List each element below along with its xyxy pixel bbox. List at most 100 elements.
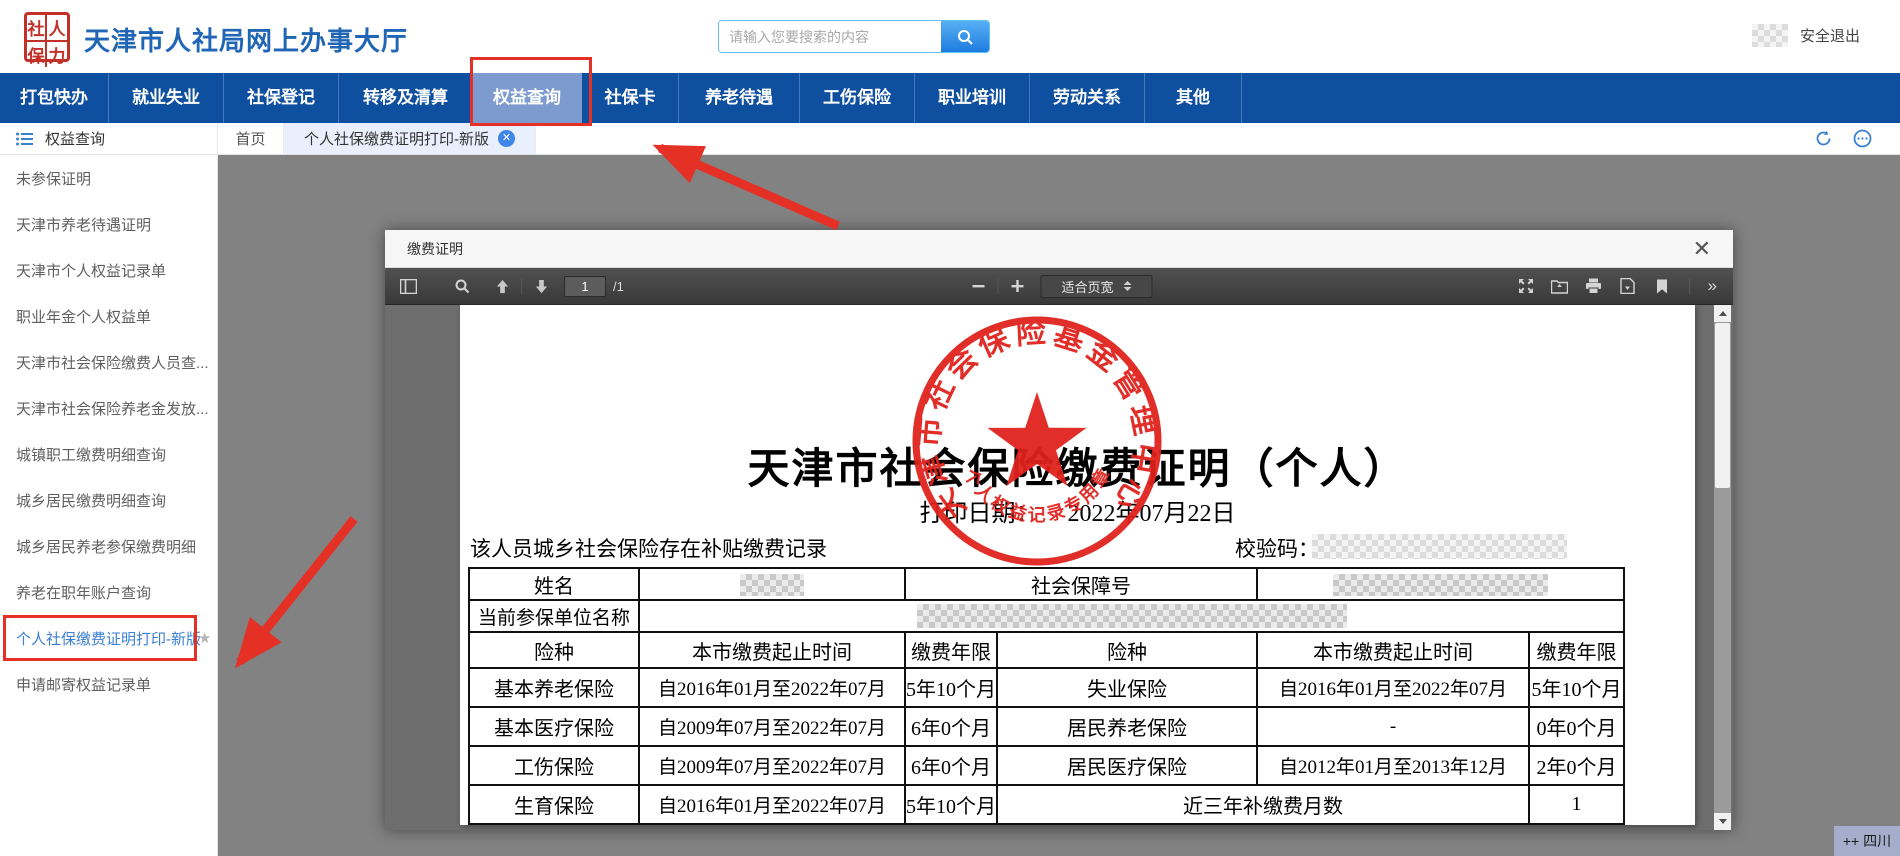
nav-item-gongshang[interactable]: 工伤保险: [800, 73, 915, 123]
sidebar: 未参保证明 天津市养老待遇证明 天津市个人权益记录单 职业年金个人权益单 天津市…: [0, 155, 218, 856]
main-nav: 打包快办 就业失业 社保登记 转移及清算 权益查询 社保卡 养老待遇 工伤保险 …: [0, 73, 1900, 123]
ssn-value-cell: [1257, 568, 1624, 600]
nav-item-shebao-dengji[interactable]: 社保登记: [224, 73, 339, 123]
sidebar-item-certificate-print-active[interactable]: 个人社保缴费证明打印-新版: [0, 617, 217, 663]
site-logo-seal-icon: 社 人 保 力: [24, 12, 70, 62]
search-button[interactable]: [941, 21, 989, 52]
tab-label: 个人社保缴费证明打印-新版: [304, 128, 489, 149]
app-window: 社 人 保 力 天津市人社局网上办事大厅 安全退出 打包快办 就业失业 社保登记…: [0, 0, 1900, 856]
sidebar-item[interactable]: 城乡居民缴费明细查询: [0, 479, 217, 525]
modal-close-icon[interactable]: ✕: [1693, 238, 1711, 260]
presentation-mode-icon[interactable]: [1513, 273, 1539, 299]
open-file-icon[interactable]: [1547, 273, 1573, 299]
header-cell: 缴费年限: [1529, 632, 1624, 668]
period-cell: 自2016年01月至2022年07月: [639, 785, 905, 824]
summary-label-cell: 近三年补缴费月数: [997, 785, 1529, 824]
logo-char: 力: [47, 42, 67, 67]
sidebar-item[interactable]: 城镇职工缴费明细查询: [0, 433, 217, 479]
years-cell: 2年0个月: [1529, 746, 1624, 785]
sidebar-item[interactable]: 天津市社会保险缴费人员查...: [0, 341, 217, 387]
nav-item-yanglao[interactable]: 养老待遇: [679, 73, 800, 123]
sidebar-item[interactable]: 未参保证明: [0, 157, 217, 203]
header-cell: 险种: [997, 632, 1257, 668]
certificate-note-row: 该人员城乡社会保险存在补贴缴费记录 校验码：: [460, 533, 1695, 561]
user-area: 安全退出: [1752, 24, 1860, 47]
certificate-title: 天津市社会保险缴费证明（个人）: [460, 435, 1695, 496]
nav-item-jiuye[interactable]: 就业失业: [109, 73, 224, 123]
table-row: 基本医疗保险 自2009年07月至2022年07月 6年0个月 居民养老保险 -…: [469, 707, 1624, 746]
scroll-down-icon[interactable]: [1714, 813, 1731, 830]
nav-item-zhuanyi[interactable]: 转移及清算: [339, 73, 473, 123]
search-icon: [956, 28, 974, 46]
tabbar-actions: [1814, 123, 1900, 154]
tab-home[interactable]: 首页: [218, 123, 284, 154]
pdf-viewport: 天津市社会保险缴费证明（个人） 打印日期： 2022年07月22日 该人员城乡社…: [385, 305, 1733, 830]
bookmark-icon[interactable]: [1649, 273, 1675, 299]
header-cell: 缴费年限: [905, 632, 997, 668]
sidebar-item[interactable]: 城乡居民养老参保缴费明细: [0, 525, 217, 571]
pdf-search-icon[interactable]: [449, 273, 475, 299]
subsidy-note: 该人员城乡社会保险存在补贴缴费记录: [470, 533, 827, 563]
certificate-modal: 缴费证明 ✕ /1: [385, 230, 1733, 830]
years-cell: 0年0个月: [1529, 707, 1624, 746]
certificate-date-row: 打印日期： 2022年07月22日: [460, 493, 1695, 528]
insurance-type-cell: 居民医疗保险: [997, 746, 1257, 785]
logo-char: 保: [27, 42, 47, 67]
sidebar-item[interactable]: 天津市社会保险养老金发放...: [0, 387, 217, 433]
nav-item-quanyi-active[interactable]: 权益查询: [473, 73, 582, 123]
pdf-page-total: /1: [613, 279, 624, 294]
logout-button[interactable]: 安全退出: [1800, 25, 1860, 46]
header-cell: 险种: [469, 632, 639, 668]
sidebar-item[interactable]: 职业年金个人权益单: [0, 295, 217, 341]
pdf-scrollbar[interactable]: [1714, 305, 1731, 830]
tab-close-icon[interactable]: ✕: [498, 130, 515, 147]
period-cell: 自2012年01月至2013年12月: [1257, 746, 1529, 785]
list-icon: [16, 132, 33, 146]
table-row: 基本养老保险 自2016年01月至2022年07月 5年10个月 失业保险 自2…: [469, 668, 1624, 707]
years-cell: 5年10个月: [905, 785, 997, 824]
pdf-page-number-input[interactable]: [564, 276, 606, 297]
scroll-up-icon[interactable]: [1714, 305, 1731, 322]
nav-item-qita[interactable]: 其他: [1145, 73, 1242, 123]
pdf-page-down-icon[interactable]: [528, 273, 554, 299]
header-cell: 本市缴费起止时间: [1257, 632, 1529, 668]
download-icon[interactable]: [1615, 273, 1641, 299]
ssn-label-cell: 社会保障号: [905, 568, 1257, 600]
table-row: 姓名 社会保障号: [469, 568, 1624, 600]
header-cell: 本市缴费起止时间: [639, 632, 905, 668]
search-input[interactable]: [719, 21, 941, 52]
search-bar: [718, 20, 990, 53]
period-cell: 自2016年01月至2022年07月: [1257, 668, 1529, 707]
favorite-star-icon[interactable]: ★: [198, 629, 211, 647]
zoom-out-icon[interactable]: [966, 273, 992, 299]
pdf-zoom-controls: 适合页宽: [966, 273, 1153, 299]
table-row: 工伤保险 自2009年07月至2022年07月 6年0个月 居民医疗保险 自20…: [469, 746, 1624, 785]
zoom-mode-dropdown[interactable]: 适合页宽: [1041, 275, 1153, 298]
refresh-icon[interactable]: [1814, 129, 1833, 148]
more-tools-icon[interactable]: »: [1704, 276, 1719, 296]
nav-item-dabao[interactable]: 打包快办: [0, 73, 109, 123]
tab-active-certificate-print[interactable]: 个人社保缴费证明打印-新版 ✕: [284, 123, 536, 154]
sidebar-item[interactable]: 养老在职年账户查询: [0, 571, 217, 617]
modal-title: 缴费证明: [407, 239, 463, 259]
ime-indicator: ++ 四川: [1834, 826, 1900, 856]
certificate-page: 天津市社会保险缴费证明（个人） 打印日期： 2022年07月22日 该人员城乡社…: [460, 305, 1695, 825]
more-options-icon[interactable]: [1853, 129, 1872, 148]
table-row: 生育保险 自2016年01月至2022年07月 5年10个月 近三年补缴费月数 …: [469, 785, 1624, 824]
sidebar-item[interactable]: 天津市养老待遇证明: [0, 203, 217, 249]
years-cell: 6年0个月: [905, 707, 997, 746]
pdf-page-up-icon[interactable]: [489, 273, 515, 299]
pdf-sidebar-toggle-icon[interactable]: [395, 273, 421, 299]
period-cell: 自2009年07月至2022年07月: [639, 707, 905, 746]
period-cell: -: [1257, 707, 1529, 746]
insurance-type-cell: 居民养老保险: [997, 707, 1257, 746]
sidebar-item[interactable]: 天津市个人权益记录单: [0, 249, 217, 295]
name-label-cell: 姓名: [469, 568, 639, 600]
nav-item-zhiye[interactable]: 职业培训: [915, 73, 1030, 123]
sidebar-item[interactable]: 申请邮寄权益记录单: [0, 663, 217, 709]
print-icon[interactable]: [1581, 273, 1607, 299]
nav-item-laodong[interactable]: 劳动关系: [1030, 73, 1145, 123]
zoom-in-icon[interactable]: [1005, 273, 1031, 299]
nav-item-shebaoka[interactable]: 社保卡: [582, 73, 679, 123]
scrollbar-thumb[interactable]: [1715, 323, 1730, 488]
